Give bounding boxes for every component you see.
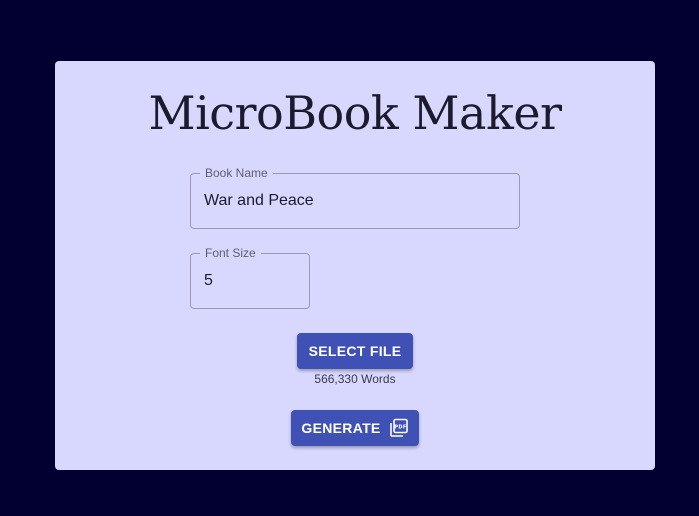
select-file-label: SELECT FILE	[308, 343, 402, 359]
generate-button[interactable]: GENERATE PDF	[291, 410, 419, 446]
book-name-input[interactable]	[204, 174, 509, 228]
font-size-field[interactable]: Font Size	[190, 246, 310, 309]
svg-text:PDF: PDF	[394, 425, 406, 431]
word-count: 566,330 Words	[314, 372, 396, 386]
font-size-input[interactable]	[204, 254, 299, 308]
pdf-icon: PDF	[389, 418, 409, 438]
generate-label: GENERATE	[301, 420, 381, 436]
page-title: MicroBook Maker	[148, 86, 562, 140]
book-name-field[interactable]: Book Name	[190, 166, 520, 229]
select-file-button[interactable]: SELECT FILE	[297, 333, 413, 369]
